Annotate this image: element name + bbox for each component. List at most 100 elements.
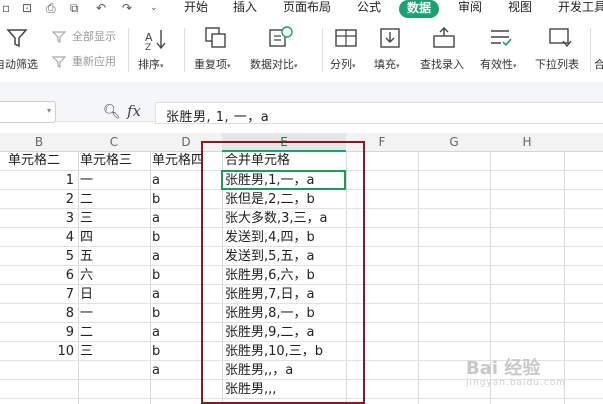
cell-d[interactable]: b [152,342,160,361]
tab-start[interactable]: 开始 [184,0,208,18]
cell-b[interactable]: 3 [40,209,74,228]
cell-d[interactable]: b [152,304,160,323]
ribbon-divider [322,28,323,72]
customize-dropdown-icon[interactable]: ⌄ [150,1,158,15]
tab-page-layout[interactable]: 页面布局 [283,0,331,18]
column-header-c[interactable]: C [78,133,150,152]
cell-b[interactable]: 7 [40,285,74,304]
open-icon[interactable]: ▫ [2,1,10,15]
compare-icon [269,26,293,47]
lookup-label: 查找录入 [420,58,464,71]
lookup-icon [433,27,455,48]
print-icon[interactable]: ⎙ [46,1,56,15]
cell-b[interactable] [40,380,74,399]
sort-button[interactable]: A Z 排序▾ [136,20,176,82]
merge-label-partial[interactable]: 合 [594,58,603,72]
autofilter-button[interactable]: 自动筛选 [0,20,44,82]
ribbon: 自动筛选 全部显示 重新应用 A Z 排序▾ 重复项▾ 数据对比▾ [0,20,603,82]
cell-c[interactable]: 六 [80,266,93,285]
validity-icon [491,30,512,47]
header-cell-b[interactable]: 单元格二 [8,151,60,170]
save-icon[interactable]: ⊡ [22,1,32,15]
duplicates-label: 重复项▾ [194,58,231,71]
cell-b[interactable]: 10 [40,342,74,361]
cell-c[interactable]: 五 [80,247,93,266]
cell-d[interactable]: a [152,323,160,342]
cell-b[interactable]: 8 [40,304,74,323]
ribbon-divider [184,28,185,72]
formula-input[interactable]: 张胜男, 1, 一，a [155,102,603,125]
watermark-url: jingyan.baidu.com [466,378,567,388]
show-all-label: 全部显示 [72,30,116,43]
fill-icon [380,28,400,48]
cell-d[interactable]: a [152,285,160,304]
fill-label: 填充▾ [374,58,400,71]
compare-label: 数据对比▾ [250,58,298,71]
print-preview-icon[interactable]: ⧉ [70,1,79,15]
svg-text:Z: Z [145,43,151,51]
undo-icon[interactable]: ↶ [96,1,106,15]
sort-icon: A Z [145,30,166,51]
cell-c[interactable]: 一 [80,171,93,190]
header-cell-d[interactable]: 单元格四 [152,151,204,170]
cell-c[interactable]: 一 [80,304,93,323]
cell-b[interactable]: 5 [40,247,74,266]
redo-icon[interactable]: ↷ [122,1,132,15]
cell-d[interactable]: b [152,266,160,285]
show-all-icon [52,31,66,43]
cell-d[interactable]: b [152,190,160,209]
tab-developer[interactable]: 开发工具 [558,0,603,18]
tab-formulas[interactable]: 公式 [357,0,381,18]
cell-c[interactable]: 日 [80,285,93,304]
compare-button[interactable]: 数据对比▾ [248,20,314,82]
filter-icon [6,29,28,48]
cell-b[interactable]: 2 [40,190,74,209]
zoom-icon[interactable]: 🔍︎ [103,104,121,120]
tab-data[interactable]: 数据 [399,0,440,18]
cell-c[interactable]: 三 [80,342,93,361]
validity-button[interactable]: 有效性▾ [476,20,528,82]
cell-d[interactable]: a [152,209,160,228]
cell-b[interactable]: 1 [40,171,74,190]
tab-review[interactable]: 审阅 [458,0,482,18]
cell-d[interactable]: a [152,247,160,266]
dropdown-list-icon [549,28,572,48]
fill-button[interactable]: 填充▾ [372,20,410,82]
dropdown-list-button[interactable]: 下拉列表 [532,20,588,82]
sort-label: 排序▾ [138,58,164,71]
split-icon [335,29,357,47]
ribbon-divider [590,28,591,72]
cell-d[interactable]: a [152,171,160,190]
menu-bar: ▫ ⊡ ⎙ ⧉ ↶ ↷ ⌄ 开始 插入 页面布局 公式 数据 审阅 视图 开发工… [0,0,603,20]
cell-c[interactable]: 三 [80,209,93,228]
tab-view[interactable]: 视图 [508,0,532,18]
column-header-h[interactable]: H [490,133,564,152]
cell-d[interactable]: b [152,228,160,247]
split-button[interactable]: 分列▾ [328,20,366,82]
dropdown-list-label: 下拉列表 [535,58,579,71]
cell-d[interactable]: a [152,361,160,380]
ribbon-divider [128,28,129,72]
lookup-button[interactable]: 查找录入 [416,20,472,82]
cell-c[interactable]: 二 [80,323,93,342]
cell-b[interactable] [40,361,74,380]
tab-insert[interactable]: 插入 [233,0,257,18]
cell-b[interactable]: 9 [40,323,74,342]
reapply-icon [52,56,66,68]
validity-label: 有效性▾ [480,58,517,71]
annotation-box [201,141,365,404]
column-header-b[interactable]: B [0,133,78,152]
cell-b[interactable]: 4 [40,228,74,247]
watermark-text: Bai 经验 [466,358,541,379]
reapply-label: 重新应用 [72,55,116,68]
cell-b[interactable]: 6 [40,266,74,285]
duplicates-button[interactable]: 重复项▾ [190,20,240,82]
header-cell-c[interactable]: 单元格三 [80,151,132,170]
name-box-dropdown-icon[interactable]: ▾ [47,106,51,115]
cell-c[interactable]: 二 [80,190,93,209]
name-box[interactable]: ▾ [0,101,56,123]
cell-c[interactable]: 四 [80,228,93,247]
column-header-g[interactable]: G [418,133,490,152]
fx-icon[interactable]: fx [127,102,141,120]
watermark: Bai 经验 jingyan.baidu.com [466,354,566,388]
